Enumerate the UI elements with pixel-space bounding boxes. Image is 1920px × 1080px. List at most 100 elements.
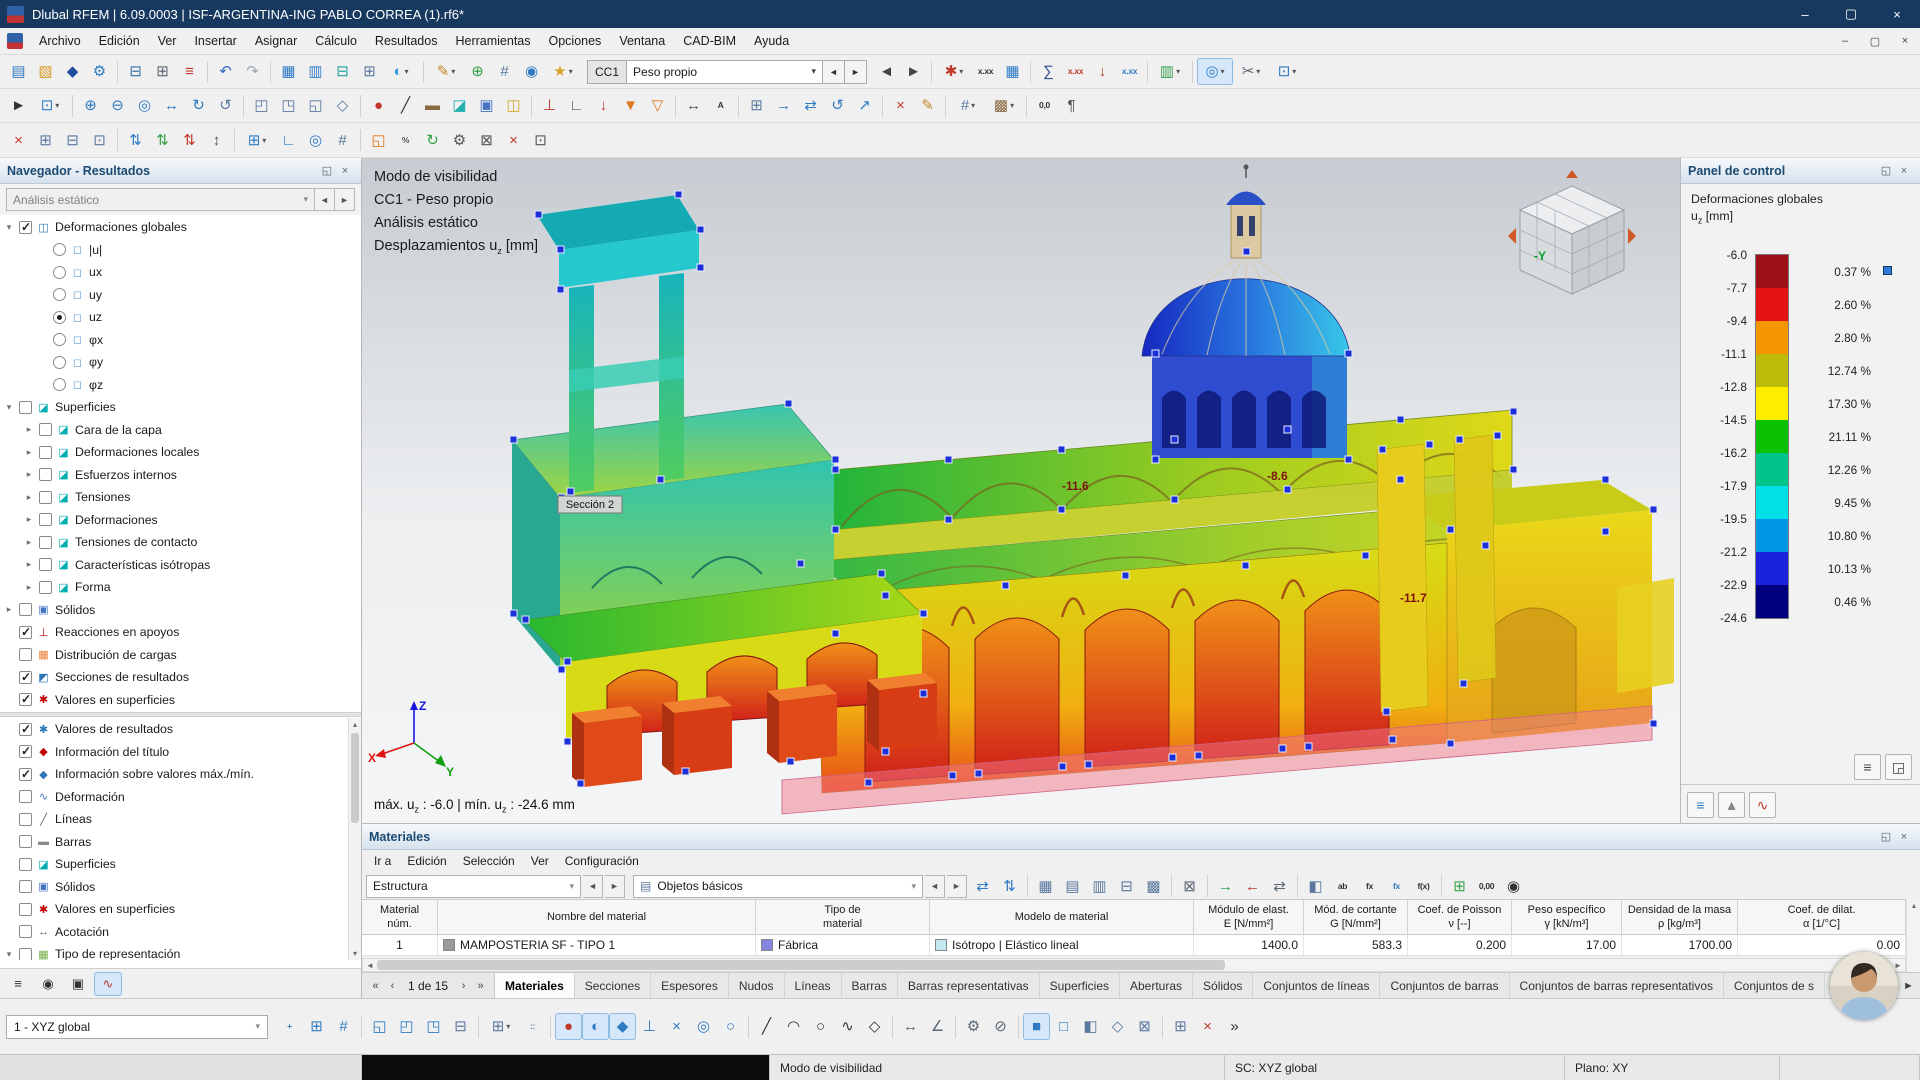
prev-table-button[interactable]: ◄ bbox=[583, 875, 603, 898]
tool-icon[interactable] bbox=[357, 1016, 366, 1038]
tree-item[interactable]: ↔ Acotación bbox=[0, 921, 348, 944]
tool-icon[interactable] bbox=[239, 95, 248, 117]
tool-icon[interactable] bbox=[888, 1016, 897, 1038]
tool-icon[interactable] bbox=[266, 61, 275, 83]
workplane-xz-icon[interactable]: ◳ bbox=[420, 1013, 447, 1040]
grid-icon[interactable]: ⊞ bbox=[356, 58, 383, 85]
new-node-icon[interactable]: ● bbox=[365, 92, 392, 119]
render-mode-icon[interactable]: ◐ bbox=[383, 58, 419, 85]
guidelines-icon[interactable]: # bbox=[329, 127, 356, 154]
tool-icon[interactable] bbox=[527, 95, 536, 117]
tree-item-checkbox[interactable] bbox=[19, 835, 32, 848]
menu-item[interactable]: Ver bbox=[523, 854, 557, 868]
comment-icon[interactable]: ¶ bbox=[1058, 92, 1085, 119]
view-mode-icon[interactable]: ◧ bbox=[1302, 873, 1329, 900]
table-tab[interactable]: Espesores bbox=[651, 973, 729, 998]
tool-icon[interactable] bbox=[927, 61, 936, 83]
cad-line-icon[interactable]: ╱ bbox=[753, 1013, 780, 1040]
panel-scale-icon[interactable]: ▲ bbox=[1718, 792, 1745, 818]
tool-icon[interactable] bbox=[68, 95, 77, 117]
project-manager-icon[interactable]: ◆ bbox=[59, 58, 86, 85]
menu-item[interactable]: Edición bbox=[399, 854, 454, 868]
table-tab[interactable]: Sólidos bbox=[1193, 973, 1253, 998]
tool-icon[interactable] bbox=[203, 61, 212, 83]
tree-scrollbar[interactable]: ▴ ▾ bbox=[348, 718, 361, 960]
view-xy-icon[interactable]: ◰ bbox=[248, 92, 275, 119]
menu-item[interactable]: Edición bbox=[90, 28, 149, 54]
object-snap-perp-icon[interactable]: ⊥ bbox=[636, 1013, 663, 1040]
tool-icon[interactable] bbox=[878, 95, 887, 117]
tree-item-checkbox[interactable] bbox=[39, 513, 52, 526]
isometric-view-icon[interactable]: ◇ bbox=[329, 92, 356, 119]
tool-icon[interactable] bbox=[744, 1016, 753, 1038]
tree-item[interactable]: ▬ Barras bbox=[0, 831, 348, 854]
menu-item[interactable]: CAD-BIM bbox=[674, 28, 745, 54]
tree-item[interactable]: ⊥ Reacciones en apoyos bbox=[0, 621, 361, 644]
fx3-icon[interactable]: f(x) bbox=[1410, 873, 1437, 900]
settings-icon[interactable]: ⚙ bbox=[86, 58, 113, 85]
tree-item-checkbox[interactable] bbox=[19, 858, 32, 871]
lock-y-icon[interactable]: ⇅ bbox=[149, 127, 176, 154]
select-window-icon[interactable]: ⊞ bbox=[32, 127, 59, 154]
table-tab[interactable]: Conjuntos de s bbox=[1724, 973, 1825, 998]
color-scale-legend[interactable]: -6.0-7.7-9.4-11.1-12.8-14.5-16.2-17.9-19… bbox=[1695, 254, 1905, 634]
cad-arc-icon[interactable]: ◠ bbox=[780, 1013, 807, 1040]
clip-box-icon[interactable]: ⊠ bbox=[1131, 1013, 1158, 1040]
abc-icon[interactable]: ab bbox=[1329, 873, 1356, 900]
tool-icon[interactable] bbox=[356, 129, 365, 151]
tool-icon[interactable] bbox=[419, 61, 428, 83]
tree-item-checkbox[interactable] bbox=[39, 446, 52, 459]
tool-icon[interactable] bbox=[1167, 875, 1176, 897]
menu-item[interactable]: Ventana bbox=[610, 28, 674, 54]
expand-arrow-icon[interactable]: ▸ bbox=[22, 424, 36, 435]
tree-item-checkbox[interactable] bbox=[53, 356, 66, 369]
tree-item-checkbox[interactable] bbox=[19, 648, 32, 661]
scroll-left-icon[interactable]: ◄ bbox=[363, 961, 377, 970]
shadow-icon[interactable]: ◧ bbox=[1077, 1013, 1104, 1040]
delete-row-icon[interactable]: ⊠ bbox=[1176, 873, 1203, 900]
menu-item[interactable]: Asignar bbox=[246, 28, 306, 54]
expand-arrow-icon[interactable]: ▸ bbox=[2, 604, 16, 615]
table-category-combo[interactable]: ▤Objetos básicos▾ bbox=[633, 875, 923, 898]
tree-item-checkbox[interactable] bbox=[53, 266, 66, 279]
lock-x-icon[interactable]: ⇅ bbox=[122, 127, 149, 154]
copy-object-icon[interactable]: ⊞ bbox=[743, 92, 770, 119]
tree-item[interactable]: ▾ ◪ Superficies bbox=[0, 396, 361, 419]
rotate-view-icon[interactable]: ↻ bbox=[185, 92, 212, 119]
redo-icon[interactable]: ↷ bbox=[239, 58, 266, 85]
workplane-xy-icon[interactable]: ◱ bbox=[366, 1013, 393, 1040]
printout-report-icon[interactable]: ≡ bbox=[176, 58, 203, 85]
tree-item[interactable]: ▸ ◪ Deformaciones locales bbox=[0, 441, 361, 464]
float-panel-icon[interactable]: ◱ bbox=[1877, 164, 1895, 177]
table-print-icon[interactable]: ⊟ bbox=[1113, 873, 1140, 900]
section-label[interactable]: Sección 2 bbox=[558, 496, 622, 513]
next-table-button[interactable]: ► bbox=[605, 875, 625, 898]
expand-arrow-icon[interactable]: ▾ bbox=[2, 402, 16, 413]
render-solid-icon[interactable]: ■ bbox=[1023, 1013, 1050, 1040]
table-tab[interactable]: Barras bbox=[842, 973, 898, 998]
deselect-icon[interactable]: × bbox=[5, 127, 32, 154]
tool-icon[interactable] bbox=[113, 129, 122, 151]
tree-item-checkbox[interactable] bbox=[19, 723, 32, 736]
edit-icon[interactable]: ✎ bbox=[428, 58, 464, 85]
tree-item[interactable]: ╱ Líneas bbox=[0, 808, 348, 831]
tree-item[interactable]: ◆ Información del título bbox=[0, 741, 348, 764]
tree-item[interactable]: ◻ uz bbox=[0, 306, 361, 329]
result-values-icon[interactable]: x.xx bbox=[972, 58, 999, 85]
tree-item-checkbox[interactable] bbox=[53, 288, 66, 301]
free-load-icon[interactable]: ▽ bbox=[644, 92, 671, 119]
tree-item-checkbox[interactable] bbox=[19, 813, 32, 826]
visibility-mode-icon[interactable]: ◎ bbox=[1197, 58, 1233, 85]
new-model-icon[interactable]: ▤ bbox=[5, 58, 32, 85]
tree-item-checkbox[interactable] bbox=[19, 745, 32, 758]
print-table-icon[interactable]: ⊞ bbox=[1446, 873, 1473, 900]
view-xz-icon[interactable]: ◳ bbox=[275, 92, 302, 119]
tree-item-checkbox[interactable] bbox=[19, 768, 32, 781]
church-fem-model[interactable]: Sección 2 -11.6 -8.6 -11.7 -Y bbox=[362, 158, 1680, 823]
menu-item[interactable]: Opciones bbox=[540, 28, 611, 54]
status-coordinate-system[interactable]: SC: XYZ global bbox=[1225, 1055, 1565, 1080]
last-table-icon[interactable]: » bbox=[473, 980, 488, 992]
tool-icon[interactable] bbox=[1437, 875, 1446, 897]
table-tab[interactable]: Conjuntos de barras bbox=[1380, 973, 1509, 998]
float-panel-icon[interactable]: ◱ bbox=[1877, 830, 1895, 843]
